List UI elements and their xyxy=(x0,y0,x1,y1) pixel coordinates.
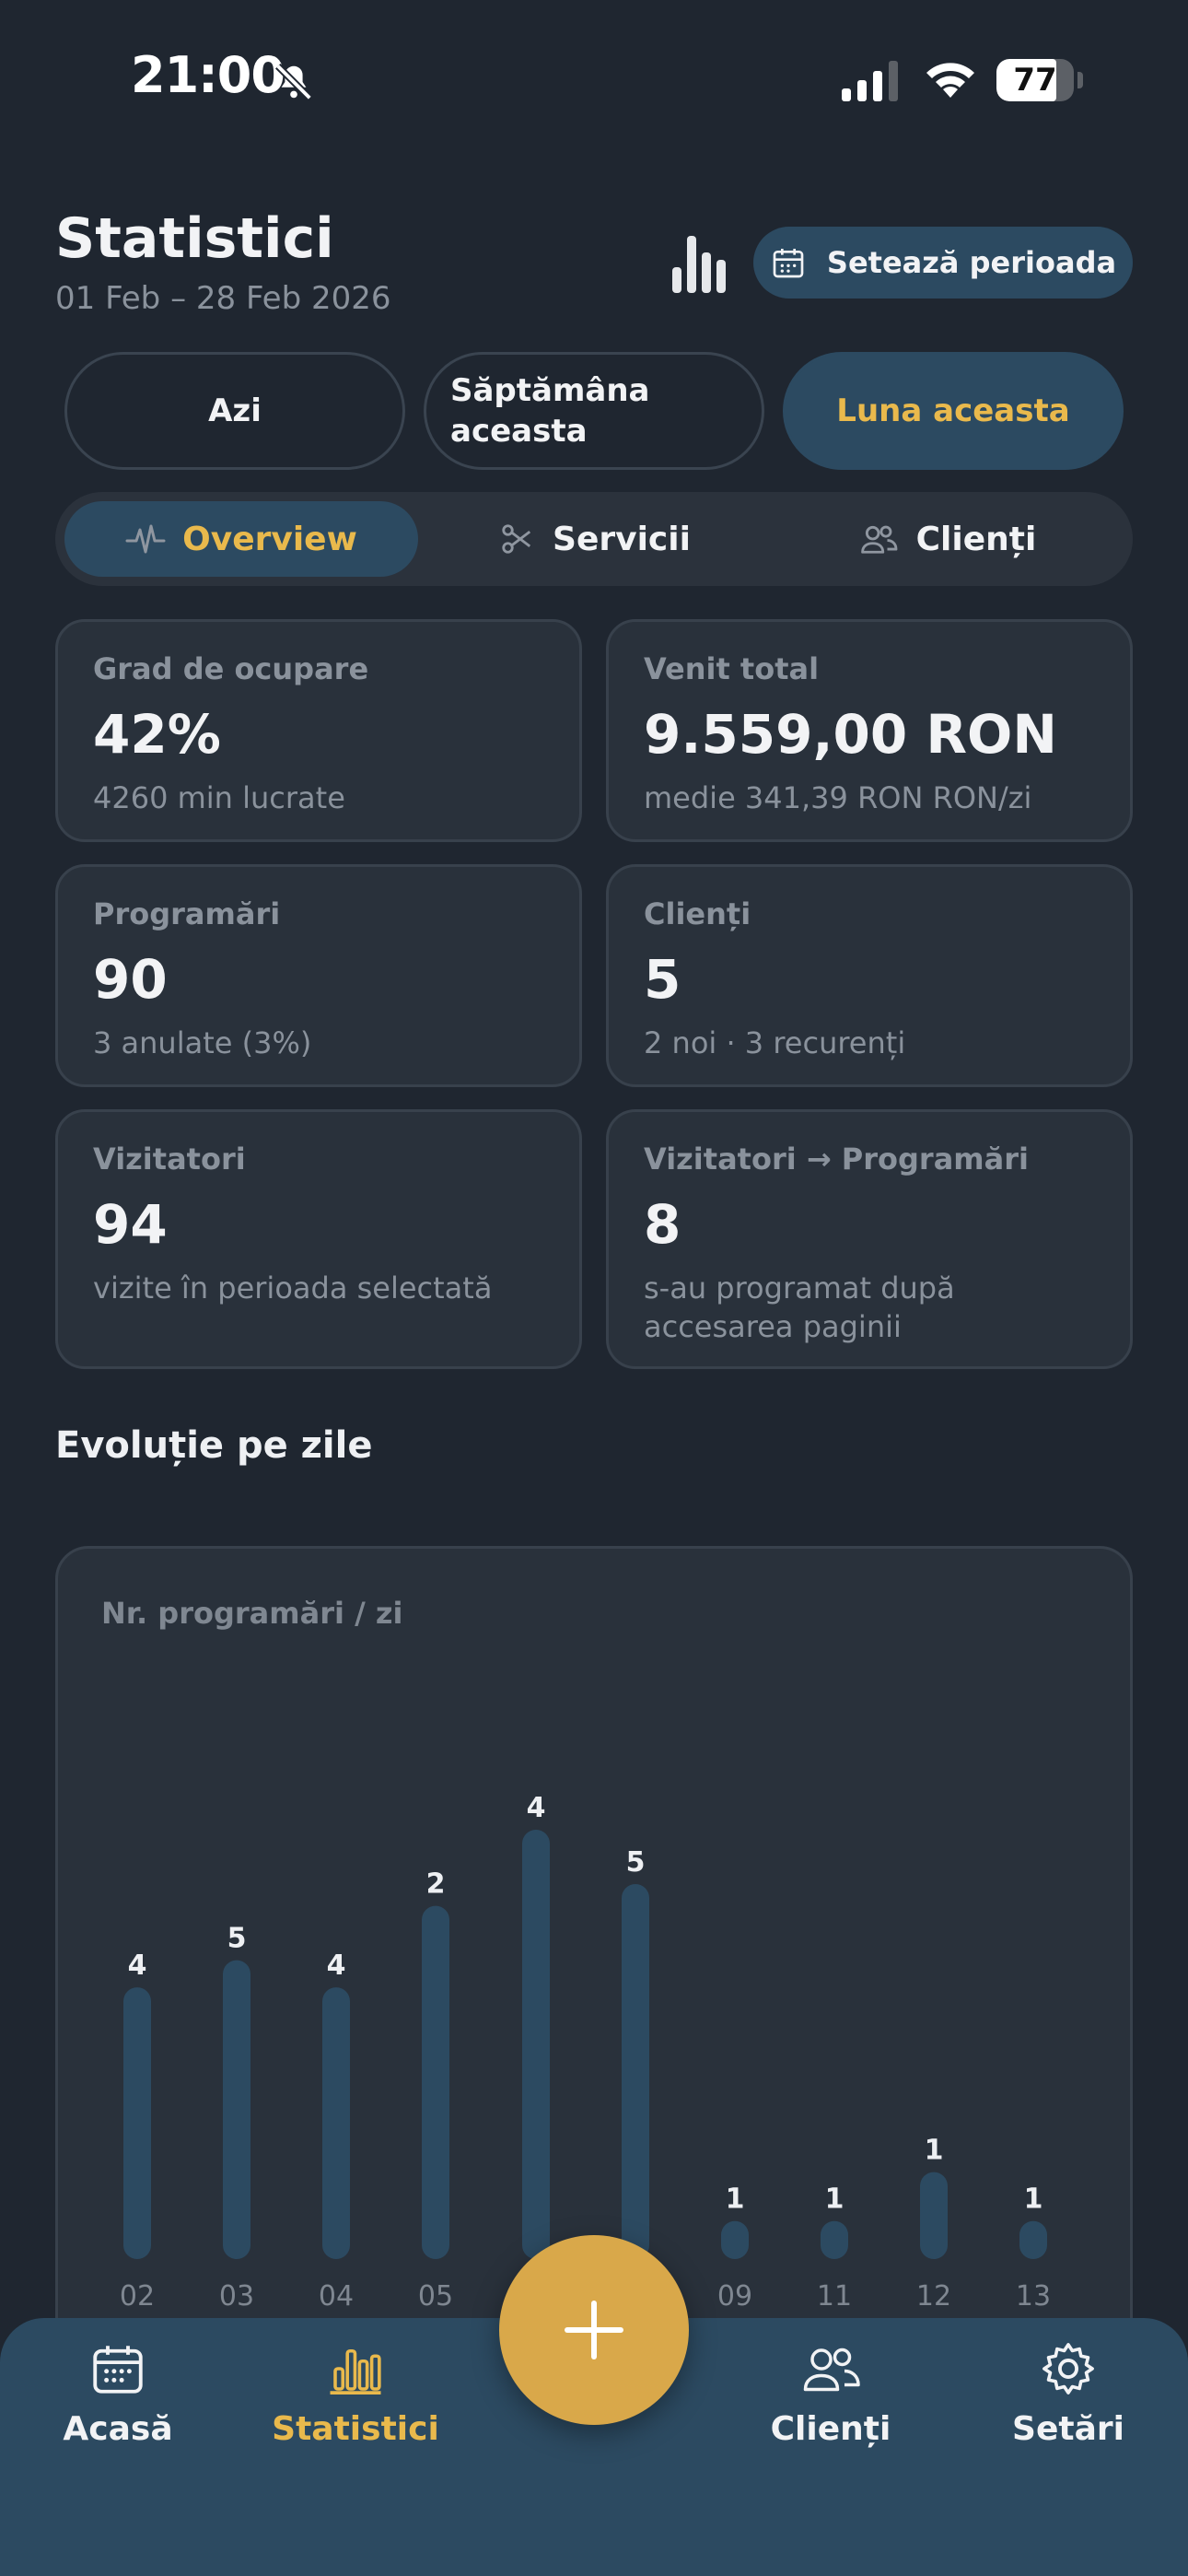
nav-clients-label: Clienți xyxy=(770,2410,891,2448)
chart-bar-11 xyxy=(821,2220,848,2259)
nav-home-label: Acasă xyxy=(63,2410,173,2448)
nav-statistics-label: Statistici xyxy=(272,2410,439,2448)
chart-value-label: 4 xyxy=(327,1950,346,1982)
nav-clients[interactable]: Clienți xyxy=(729,2338,932,2448)
chart-bar-05 xyxy=(422,1905,449,2259)
chart-x-tick-label: 04 xyxy=(319,2280,354,2313)
chart-x-tick-label: 02 xyxy=(120,2280,155,2313)
chart-value-label: 5 xyxy=(227,1923,247,1955)
chart-bar-13 xyxy=(1019,2220,1047,2259)
chart-value-label: 2 xyxy=(426,1868,446,1901)
chart-value-label: 1 xyxy=(726,2184,745,2216)
chart-value-label: 1 xyxy=(1024,2184,1043,2216)
chart-x-tick-label: 03 xyxy=(219,2280,254,2313)
chart-x-tick-label: 13 xyxy=(1016,2280,1051,2313)
chart-bar-06 xyxy=(522,1830,550,2259)
chart-bar-03 xyxy=(223,1960,250,2259)
chart-bar-12 xyxy=(920,2172,948,2259)
appointments-per-day-chart: 40250340420545109111112113 xyxy=(120,1792,1051,2313)
chart-bar-02 xyxy=(123,1987,151,2259)
chart-value-label: 1 xyxy=(925,2135,944,2167)
chart-x-tick-label: 09 xyxy=(717,2280,752,2313)
chart-bar-09 xyxy=(721,2220,749,2259)
chart-bar-07 xyxy=(622,1883,649,2259)
chart-bar-04 xyxy=(322,1987,350,2259)
chart-value-label: 4 xyxy=(527,1792,546,1824)
calendar-icon xyxy=(93,2346,143,2394)
chart-x-tick-label: 12 xyxy=(916,2280,951,2313)
nav-statistics[interactable]: Statistici xyxy=(254,2338,457,2448)
add-appointment-button[interactable] xyxy=(499,2235,689,2425)
bar-chart-icon xyxy=(330,2348,381,2395)
chart-x-tick-label: 11 xyxy=(817,2280,852,2313)
chart-value-label: 5 xyxy=(626,1846,646,1879)
nav-settings[interactable]: Setări xyxy=(967,2338,1170,2448)
chart-x-tick-label: 05 xyxy=(418,2280,453,2313)
plus-icon xyxy=(565,2301,623,2359)
nav-settings-label: Setări xyxy=(1012,2410,1124,2448)
gear-icon xyxy=(1042,2343,1094,2395)
users-icon xyxy=(803,2348,860,2392)
chart-value-label: 1 xyxy=(825,2184,844,2216)
nav-home[interactable]: Acasă xyxy=(17,2338,219,2448)
chart-value-label: 4 xyxy=(128,1950,147,1982)
